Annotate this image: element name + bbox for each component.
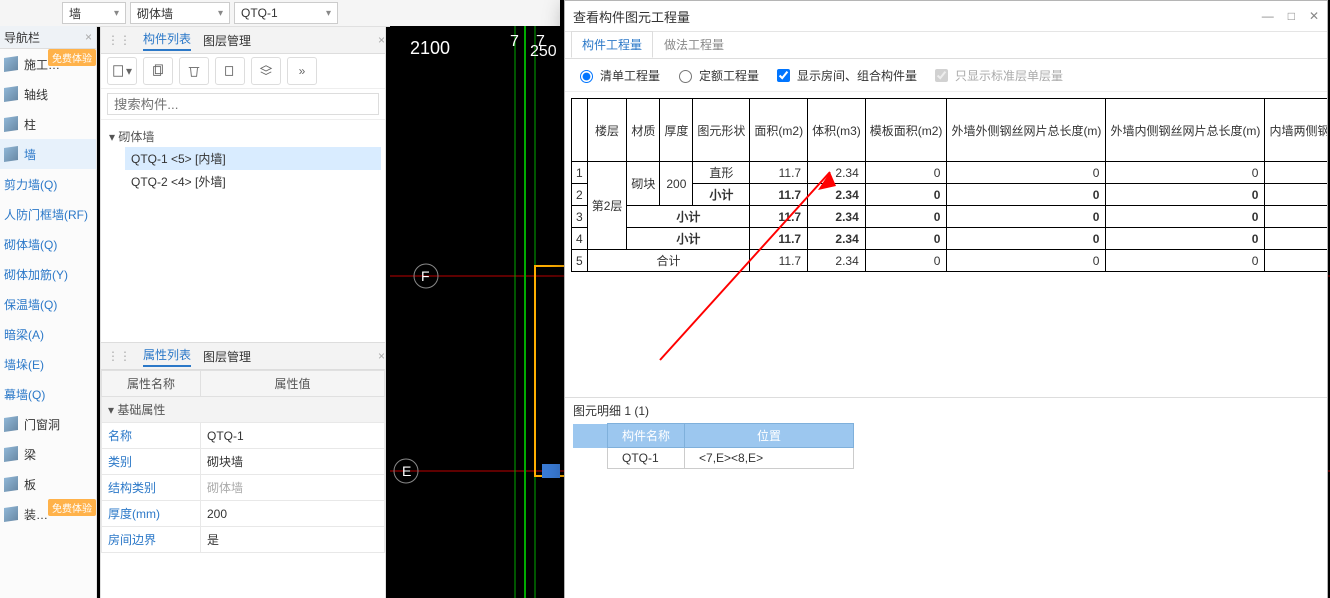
tree-item-qtq2[interactable]: QTQ-2 <4> [外墙] [125,170,381,193]
component-panel-tabs: ⋮⋮ 构件列表 图层管理 × [101,27,385,54]
table-row[interactable]: 4 小计 11.72.34000000 [572,228,1328,250]
layers-button[interactable] [251,57,281,85]
copy-button[interactable] [143,57,173,85]
category-dropdown[interactable]: 墙▾ [62,2,126,24]
nav-item-beam[interactable]: 梁 [0,439,96,469]
tab-prop-list[interactable]: 属性列表 [143,346,191,367]
type-dropdown[interactable]: 砌体墙▾ [130,2,230,24]
dialog-title: 查看构件图元工程量 [573,7,690,26]
nav-item-masonry[interactable]: 砌体墙(Q) [0,229,96,259]
component-dropdown[interactable]: QTQ-1▾ [234,2,338,24]
grid-label-E: E [402,463,411,479]
nav-item-reinforce[interactable]: 砌体加筋(Y) [0,259,96,289]
radio-bill-qty[interactable]: 清单工程量 [575,67,660,84]
prop-row[interactable]: 结构类别砌体墙 [102,475,385,501]
left-nav-header: 导航栏 × [0,26,96,49]
new-button[interactable]: ▾ [107,57,137,85]
left-navigator: 导航栏 × 施工…免费体验 轴线 柱 墙 剪力墙(Q) 人防门框墙(RF) 砌体… [0,26,97,598]
nav-item-construction[interactable]: 施工…免费体验 [0,49,96,79]
tab-layer-manage[interactable]: 图层管理 [203,32,251,49]
nav-item-pier[interactable]: 墙垛(E) [0,349,96,379]
top-filter-bar: 墙▾ 砌体墙▾ QTQ-1▾ [0,0,560,27]
tree-root[interactable]: ▾ 砌体墙 [105,126,381,147]
close-icon[interactable]: × [378,33,385,47]
table-row[interactable]: 5 合计 11.72.34000000 [572,250,1328,272]
dim-label: 2100 [410,38,450,58]
dim-label: 250 [530,43,557,60]
prop-row[interactable]: 厚度(mm)200 [102,501,385,527]
nav-item-insulation[interactable]: 保温墙(Q) [0,289,96,319]
dialog-tabs: 构件工程量 做法工程量 [565,32,1327,59]
check-single-layer[interactable]: 只显示标准层单层量 [931,66,1063,85]
prop-row[interactable]: 类别砌块墙 [102,449,385,475]
nav-item-slab[interactable]: 板 [0,469,96,499]
nav-item-curtain[interactable]: 幕墙(Q) [0,379,96,409]
nav-item-hiddenbeam[interactable]: 暗梁(A) [0,319,96,349]
component-tree: ▾ 砌体墙 QTQ-1 <5> [内墙] QTQ-2 <4> [外墙] [101,120,385,342]
radio-quota-qty[interactable]: 定额工程量 [674,67,759,84]
detail-table: 构件名称位置 QTQ-1<7,E><8,E> [573,423,854,469]
more-button[interactable]: » [287,57,317,85]
copy2-button[interactable] [215,57,245,85]
nav-item-shearwall[interactable]: 剪力墙(Q) [0,169,96,199]
nav-item-wall[interactable]: 墙 [0,139,96,169]
drag-handle-icon[interactable]: ⋮⋮ [107,349,131,363]
nav-item-airdefense[interactable]: 人防门框墙(RF) [0,199,96,229]
close-icon[interactable]: × [85,30,92,44]
axis-label: 7 [510,33,519,50]
component-toolbar: ▾ » [101,54,385,89]
tree-item-qtq1[interactable]: QTQ-1 <5> [内墙] [125,147,381,170]
dialog-options: 清单工程量 定额工程量 显示房间、组合构件量 只显示标准层单层量 [565,59,1327,92]
search-input[interactable] [107,93,379,115]
nav-item-door[interactable]: 门窗洞 [0,409,96,439]
tab-practice-qty[interactable]: 做法工程量 [653,31,735,58]
prop-row[interactable]: 名称QTQ-1 [102,423,385,449]
prop-section[interactable]: ▾ 基础属性 [102,397,385,423]
delete-button[interactable] [179,57,209,85]
table-row[interactable]: 1 第2层 砌块 200 直形 11.72.34000000 [572,162,1328,184]
nav-item-column[interactable]: 柱 [0,109,96,139]
component-panel: ⋮⋮ 构件列表 图层管理 × ▾ » ▾ 砌体墙 QTQ-1 <5> [内墙] … [100,26,386,598]
quantity-table: 楼层 材质 厚度 图元形状 面积(m2) 体积(m3) 模板面积(m2) 外墙外… [571,98,1327,272]
tab-component-list[interactable]: 构件列表 [143,30,191,51]
property-panel: ⋮⋮ 属性列表 图层管理 × 属性名称属性值 ▾ 基础属性 名称QTQ-1 类别… [101,342,385,598]
quantity-dialog: 查看构件图元工程量 — □ ✕ 构件工程量 做法工程量 清单工程量 定额工程量 … [564,0,1328,598]
minimize-icon[interactable]: — [1262,9,1274,23]
drag-handle-icon[interactable]: ⋮⋮ [107,33,131,47]
tab-component-qty[interactable]: 构件工程量 [571,31,653,58]
prop-row[interactable]: 房间边界是 [102,527,385,553]
close-icon[interactable]: × [378,349,385,363]
grid-label-F: F [421,268,430,284]
check-show-room[interactable]: 显示房间、组合构件量 [773,66,917,85]
table-row[interactable]: 3 小计 11.72.34000000 [572,206,1328,228]
detail-header: 图元明细 1 (1) [565,398,1327,423]
tab-prop-layer[interactable]: 图层管理 [203,348,251,365]
detail-row[interactable]: QTQ-1<7,E><8,E> [573,448,854,469]
maximize-icon[interactable]: □ [1288,9,1295,23]
nav-item-decor[interactable]: 装…免费体验 [0,499,96,529]
nav-item-axis[interactable]: 轴线 [0,79,96,109]
property-table: 属性名称属性值 ▾ 基础属性 名称QTQ-1 类别砌块墙 结构类别砌体墙 厚度(… [101,370,385,553]
dialog-titlebar[interactable]: 查看构件图元工程量 — □ ✕ [565,1,1327,32]
close-icon[interactable]: ✕ [1309,9,1319,23]
